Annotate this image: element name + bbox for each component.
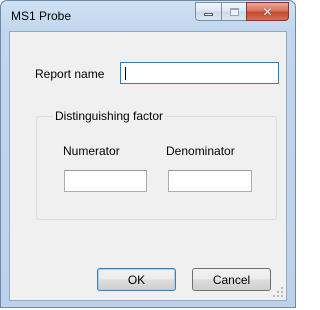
distinguishing-factor-group [36,116,277,220]
close-button[interactable]: ✕ [246,2,289,21]
denominator-input[interactable] [168,170,252,192]
dialog-client-area: Report name Distinguishing factor Numera… [9,31,287,301]
caption-buttons: ✕ [195,2,289,21]
dialog-window: MS1 Probe ✕ Report name Distinguishing f… [0,0,296,308]
maximize-icon [229,7,239,16]
text-caret [125,67,126,80]
report-name-label: Report name [35,67,105,81]
group-title: Distinguishing factor [53,109,166,123]
minimize-button[interactable] [195,2,221,21]
numerator-input[interactable] [64,170,147,192]
ok-button[interactable]: OK [97,268,176,291]
resize-grip-icon[interactable] [273,287,283,297]
maximize-button[interactable] [221,2,246,21]
minimize-icon [204,13,213,16]
window-title: MS1 Probe [11,9,72,23]
numerator-label: Numerator [63,144,120,158]
close-icon: ✕ [262,4,273,19]
cancel-button[interactable]: Cancel [192,268,271,291]
denominator-label: Denominator [166,144,235,158]
title-bar[interactable]: MS1 Probe ✕ [1,1,295,31]
report-name-input[interactable] [120,62,279,84]
